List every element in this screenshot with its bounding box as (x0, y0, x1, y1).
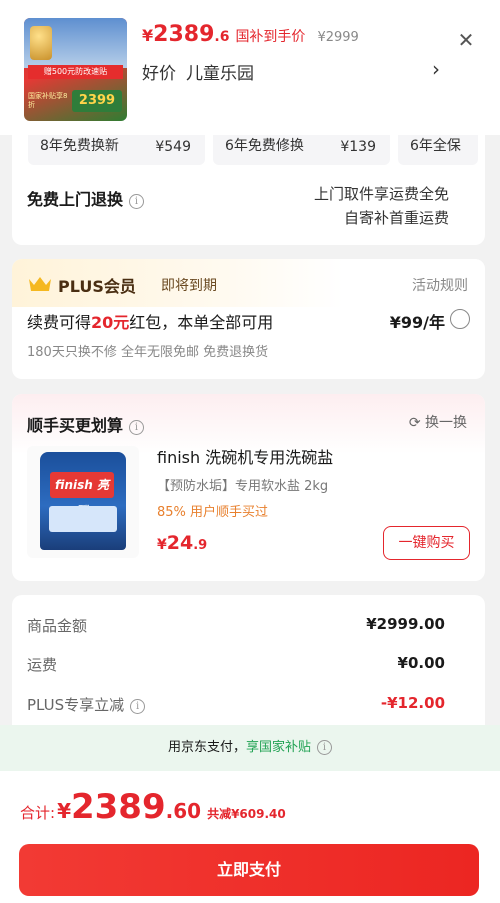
bag-label-shape (49, 506, 117, 532)
pay-now-button[interactable]: 立即支付 (19, 844, 479, 896)
total-decimal: .60 (165, 799, 202, 823)
pay-banner-a: 用京东支付， (167, 740, 246, 755)
goods-amount-value: ¥2999.00 (366, 615, 445, 633)
door-return-detail-1: 上门取件享运费全免 (313, 185, 449, 203)
recommend-product-image[interactable]: finish 亮碟 (27, 446, 139, 558)
total-amount: 合计: ¥ 2389 .60 共减¥609.40 (20, 787, 286, 827)
crown-icon (29, 277, 51, 291)
recommend-product-spec: 【预防水垢】专用软水盐 2kg (157, 479, 329, 494)
total-label: 合计: (20, 804, 56, 822)
plus-select-radio[interactable] (450, 309, 470, 329)
total-integer: 2389 (70, 787, 166, 827)
plus-membership-card: PLUS会员 即将到期 活动规则 续费可得20元红包，本单全部可用 ¥99/年 … (12, 259, 485, 379)
plus-rules-link[interactable]: 活动规则 (412, 275, 468, 295)
plus-discount-label: PLUS专享立减 (27, 696, 125, 714)
price-integer: 2389 (153, 22, 215, 47)
variant-tag: 好价 (142, 64, 176, 84)
brand-logo: finish 亮碟 (50, 472, 114, 518)
plus-discount-row: PLUS专享立减 i -¥12.00 (27, 694, 445, 715)
thumb-deal-price: 2399 (72, 90, 122, 112)
service-chip-label: 8年免费换新 (40, 138, 119, 154)
door-return-detail: 上门取件享运费全免 自寄补首重运费 (314, 182, 449, 230)
refresh-icon: ⟳ (408, 415, 421, 431)
goods-amount-row: 商品金额 ¥2999.00 (27, 615, 445, 636)
service-chip-price: ¥549 (155, 139, 191, 155)
plus-discount-label-wrap: PLUS专享立减 i (27, 694, 146, 715)
recommend-title-text: 顺手买更划算 (27, 416, 124, 435)
price-decimal: .9 (193, 538, 208, 553)
product-header: 赠500元防改速贴 国家补贴享8折 2399 ¥ 2389 .6 国补到手价 ¥… (0, 0, 500, 135)
price-currency: ¥ (142, 26, 154, 45)
door-return-detail-2: 自寄补首重运费 (343, 209, 449, 227)
price-integer: 24 (166, 532, 194, 554)
pay-banner-b: 享国家补贴 (246, 740, 312, 755)
swap-button[interactable]: ⟳ 换一换 (409, 412, 467, 432)
price-decimal: .6 (214, 29, 230, 45)
recommend-product-name[interactable]: finish 洗碗机专用洗碗盐 (157, 444, 333, 468)
thumb-deal-tag: 国家补贴享8折 (28, 92, 68, 109)
swap-label: 换一换 (425, 415, 467, 431)
shipping-label: 运费 (27, 656, 58, 674)
variant-name: 儿童乐园 (186, 64, 254, 84)
thumb-promo: 赠500元防改速贴 (28, 65, 123, 79)
checkout-sheet: 8年免费换新 ¥549 6年免费修换 ¥139 6年全保 免费上门退换 i 上门取… (0, 0, 500, 903)
total-saved: 共减¥609.40 (207, 807, 286, 821)
price-tag: 国补到手价 (235, 29, 306, 45)
plus-offer-text: 续费可得20元红包，本单全部可用 (27, 309, 273, 333)
plus-expire: 即将到期 (161, 278, 217, 294)
service-chip-price: ¥139 (340, 139, 376, 155)
bottom-bar: 合计: ¥ 2389 .60 共减¥609.40 立即支付 (0, 771, 500, 903)
pay-subsidy-banner: 用京东支付，享国家补贴 i (0, 725, 500, 771)
service-chip-label: 6年全保 (410, 138, 461, 154)
price-currency: ¥ (157, 537, 167, 553)
door-return-label: 免费上门退换 i (27, 186, 145, 210)
info-icon[interactable]: i (129, 420, 145, 435)
goods-amount-label: 商品金额 (27, 617, 88, 635)
door-return-text: 免费上门退换 (27, 190, 124, 209)
recommend-buy-rate: 85% 用户顺手买过 (157, 505, 269, 520)
selected-variant[interactable]: 好价 儿童乐园 (142, 59, 254, 84)
header-price: ¥ 2389 .6 国补到手价 ¥2999 (142, 22, 359, 47)
recommend-price: ¥24.9 (157, 532, 207, 554)
plus-offer-b: 红包，本单全部可用 (129, 313, 274, 332)
chevron-right-icon[interactable]: › (432, 58, 446, 80)
award-badge-icon (30, 26, 52, 60)
service-chip-label: 6年免费修换 (225, 138, 304, 154)
total-currency: ¥ (57, 799, 71, 823)
info-icon[interactable]: i (129, 194, 145, 209)
info-icon[interactable]: i (130, 699, 146, 714)
plus-title: PLUS会员 (58, 277, 136, 296)
plus-benefits: 180天只换不修 全年无限免邮 免费退换货 (27, 345, 269, 360)
plus-price: ¥99/年 (389, 313, 445, 332)
plus-offer-a: 续费可得 (27, 313, 92, 332)
shipping-row: 运费 ¥0.00 (27, 654, 445, 675)
plus-discount-value: -¥12.00 (380, 694, 445, 712)
one-click-buy-button[interactable]: 一键购买 (383, 526, 470, 560)
close-icon[interactable]: ✕ (456, 30, 476, 50)
recommend-card: 顺手买更划算i ⟳ 换一换 finish 亮碟 finish 洗碗机专用洗碗盐 … (12, 394, 485, 581)
info-icon[interactable]: i (317, 740, 333, 755)
amount-card: 商品金额 ¥2999.00 运费 ¥0.00 PLUS专享立减 i -¥12.00 (12, 595, 485, 745)
recommend-title: 顺手买更划算 i (27, 412, 145, 436)
plus-offer-highlight: 20元 (91, 313, 130, 332)
shipping-value: ¥0.00 (397, 654, 445, 672)
product-thumbnail[interactable]: 赠500元防改速贴 国家补贴享8折 2399 (24, 18, 127, 121)
original-price: ¥2999 (317, 30, 359, 45)
